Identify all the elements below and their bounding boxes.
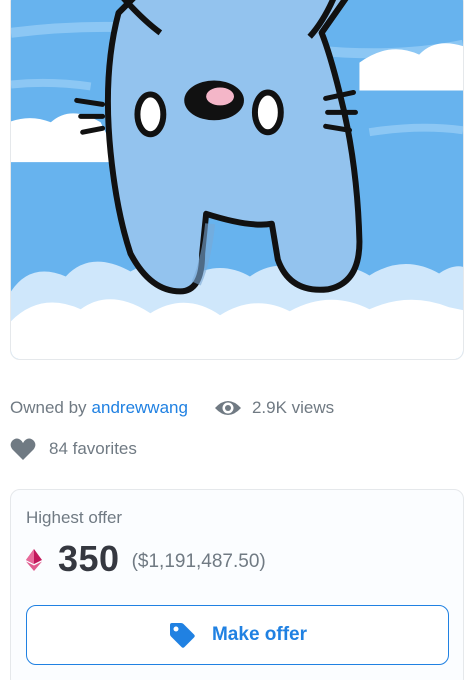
price-row: 350 ($1,191,487.50): [26, 538, 266, 580]
make-offer-button[interactable]: Make offer: [26, 605, 449, 665]
views-count: 2.9K views: [214, 398, 334, 418]
eye-icon: [214, 401, 241, 415]
nft-artwork[interactable]: [10, 0, 464, 360]
offer-panel: Highest offer 350 ($1,191,487.50) Make o…: [10, 489, 464, 680]
tag-icon: [169, 623, 195, 648]
owner-link[interactable]: andrewwang: [92, 398, 188, 418]
highest-offer-label: Highest offer: [26, 508, 123, 527]
price-usd: ($1,191,487.50): [131, 551, 266, 572]
ownership-row: Owned by andrewwang 2.9K views: [10, 398, 464, 418]
price-value: 350: [58, 538, 120, 579]
views-label: 2.9K views: [251, 398, 335, 417]
heart-icon: [10, 438, 36, 460]
ethereum-icon: [26, 549, 42, 571]
owned-by-label: Owned by: [10, 398, 87, 417]
make-offer-label: Make offer: [211, 624, 308, 645]
favorites-label: 84 favorites: [49, 439, 137, 458]
nft-artwork-image: [11, 0, 463, 359]
favorites-row[interactable]: 84 favorites: [10, 437, 137, 461]
